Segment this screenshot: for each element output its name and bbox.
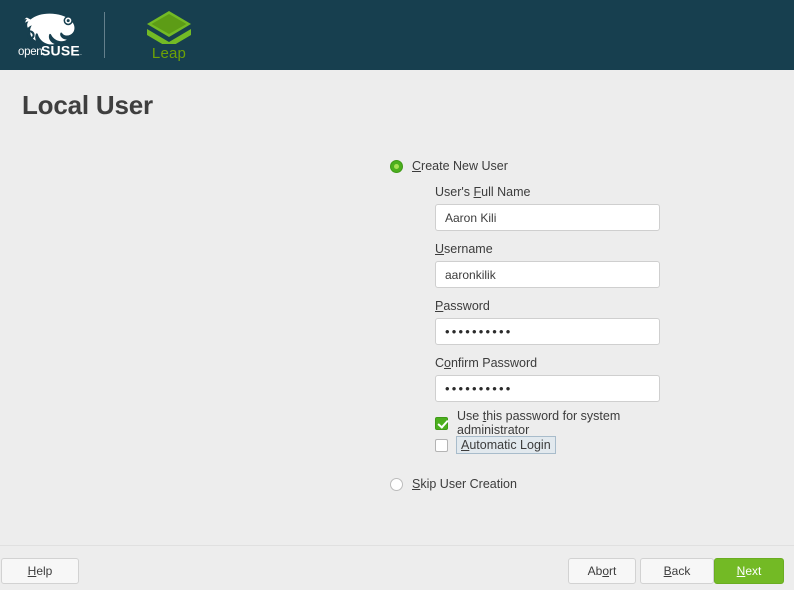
field-password-label: Password (435, 299, 490, 313)
opensuse-chameleon-logo: open SUSE . (12, 9, 88, 61)
mnemonic-char: N (736, 564, 746, 578)
mnemonic-char: U (435, 242, 445, 256)
field-username-label: Username (435, 242, 493, 256)
svg-text:SUSE: SUSE (41, 43, 80, 59)
radio-skip-user-creation[interactable]: Skip User Creation (390, 475, 680, 493)
page-title: Local User (22, 90, 153, 120)
header-divider (104, 12, 105, 58)
mnemonic-char: H (27, 564, 37, 578)
leap-product-logo: Leap (133, 6, 205, 64)
radio-skip-user-creation-label: Skip User Creation (412, 477, 517, 491)
checkbox-row-automatic-login[interactable]: Automatic Login (435, 435, 680, 455)
radio-create-new-user[interactable]: Create New User (390, 157, 680, 175)
radio-create-new-user-label: Create New User (412, 159, 508, 173)
checkbox-system-administrator-label: Use this password for system administrat… (457, 409, 621, 437)
password-input[interactable] (435, 318, 660, 345)
checkbox-automatic-login-label: Automatic Login (456, 436, 556, 454)
mnemonic-char: o (602, 564, 610, 578)
abort-button[interactable]: Ab o rt (568, 558, 636, 584)
back-button[interactable]: Back (640, 558, 714, 584)
content-area: Create New User User's Full Name Usernam… (0, 130, 794, 545)
username-input[interactable] (435, 261, 660, 288)
mnemonic-char: o (444, 356, 451, 370)
help-button[interactable]: Help (1, 558, 79, 584)
svg-text:open: open (18, 46, 42, 58)
checkbox-automatic-login[interactable] (435, 438, 448, 452)
field-confirm-password: Confirm Password (435, 356, 680, 402)
footer-bar: Help Ab o rt Back Next (0, 545, 794, 590)
radio-create-new-user-indicator[interactable] (390, 159, 403, 173)
field-username: Username (435, 242, 680, 288)
confirm-password-input[interactable] (435, 375, 660, 402)
field-full-name: User's Full Name (435, 185, 680, 231)
app-header-banner: open SUSE . Leap (0, 0, 794, 70)
checkbox-system-administrator[interactable] (435, 416, 448, 430)
mnemonic-char: F (473, 185, 482, 199)
field-password: Password (435, 299, 680, 345)
local-user-form: Create New User User's Full Name Usernam… (390, 157, 680, 493)
mnemonic-char: C (412, 159, 422, 173)
leap-layers-icon (147, 10, 191, 44)
checkbox-row-system-administrator[interactable]: Use this password for system administrat… (435, 409, 680, 437)
full-name-input[interactable] (435, 204, 660, 231)
field-confirm-password-label: Confirm Password (435, 356, 538, 370)
next-button[interactable]: Next (714, 558, 784, 584)
radio-skip-user-creation-indicator[interactable] (390, 477, 403, 491)
field-full-name-label: User's Full Name (435, 185, 531, 199)
mnemonic-char: B (663, 564, 672, 578)
leap-label: Leap (151, 44, 187, 62)
user-fields-group: User's Full Name Username Password Confi… (435, 185, 680, 455)
svg-text:.: . (80, 50, 82, 57)
